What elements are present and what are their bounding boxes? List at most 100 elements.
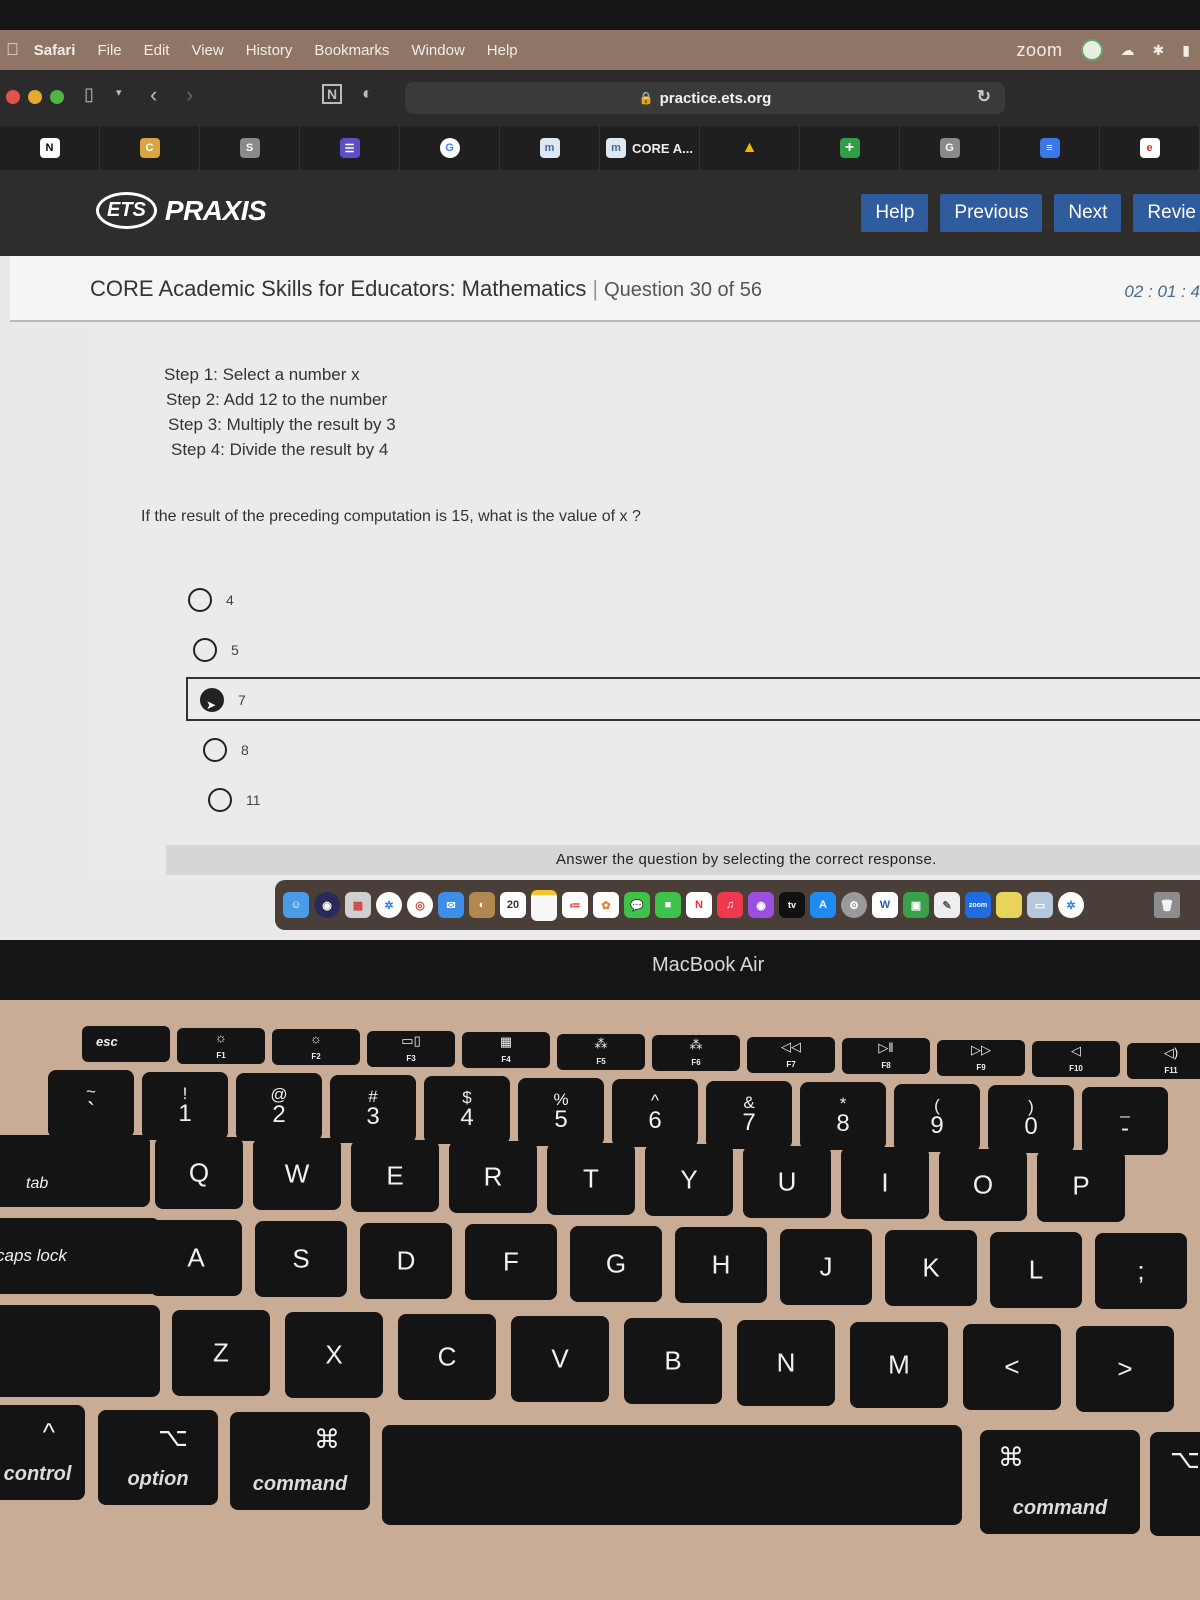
radio-button[interactable]	[208, 788, 232, 812]
facetime-icon[interactable]: ■	[655, 892, 681, 918]
esc-key[interactable]: esc	[82, 1026, 170, 1062]
answer-option[interactable]: 11	[208, 775, 261, 825]
radio-button[interactable]	[188, 588, 212, 612]
key-`[interactable]: ~ `	[48, 1070, 134, 1138]
fn-key-f8[interactable]: ▷ǁ F8	[842, 1038, 930, 1074]
textedit-icon[interactable]: ✎	[934, 892, 960, 918]
key-j[interactable]: J	[780, 1228, 872, 1305]
key-7[interactable]: & 7	[706, 1080, 792, 1149]
cloud-icon[interactable]: ☁	[1121, 42, 1135, 59]
key-m[interactable]: M	[850, 1322, 948, 1408]
next-button[interactable]: Next	[1054, 194, 1122, 232]
key--[interactable]: _ -	[1082, 1086, 1168, 1155]
right-option-key[interactable]: ⌥	[1150, 1432, 1200, 1536]
mail-icon[interactable]: ✉	[438, 892, 464, 918]
favorite-google[interactable]: G	[400, 126, 500, 170]
word-icon[interactable]: W	[872, 892, 898, 918]
command-key[interactable]: ⌘ command	[230, 1412, 370, 1510]
key-9[interactable]: (9	[894, 1083, 980, 1152]
menu-edit[interactable]: Edit	[133, 42, 181, 59]
reminders-icon[interactable]: ≔	[562, 892, 588, 918]
app-store-icon[interactable]: A	[810, 892, 836, 918]
key-0[interactable]: ) 0	[988, 1085, 1074, 1153]
key-d[interactable]: D	[360, 1222, 452, 1299]
stickies-icon[interactable]	[996, 892, 1022, 918]
key-k[interactable]: K	[885, 1230, 977, 1306]
key-x[interactable]: X	[285, 1312, 383, 1398]
sidebar-toggle-icon[interactable]: ▯	[84, 84, 94, 105]
chevron-down-icon[interactable]: ▾	[116, 86, 122, 99]
bluetooth-icon[interactable]: ✱	[1153, 42, 1165, 59]
chrome-icon[interactable]: ◎	[407, 892, 433, 918]
favorite-plus[interactable]: +	[800, 126, 900, 170]
forward-button[interactable]: ›	[186, 82, 193, 108]
key-y[interactable]: Y	[645, 1144, 733, 1216]
previous-button[interactable]: Previous	[940, 194, 1043, 232]
contacts-icon[interactable]: ◐	[469, 892, 495, 918]
battery-icon[interactable]: ▮	[1182, 42, 1190, 59]
control-key[interactable]: ^ control	[0, 1405, 85, 1500]
key-1[interactable]: ! 1	[142, 1071, 228, 1140]
key-i[interactable]: I	[841, 1147, 929, 1219]
key-h[interactable]: H	[675, 1227, 767, 1303]
photos-icon[interactable]: ✿	[593, 892, 619, 918]
fn-key-f5[interactable]: ⁂ F5	[557, 1033, 645, 1070]
news-icon[interactable]: N	[686, 892, 712, 918]
key-8[interactable]: * 8	[800, 1082, 886, 1150]
favorite-cengage[interactable]: C	[100, 126, 200, 170]
fn-key-f6[interactable]: ⁂ F6	[652, 1035, 740, 1071]
key-n[interactable]: N	[737, 1320, 835, 1406]
privacy-shield-icon[interactable]: ◐	[362, 83, 373, 104]
favorite-notion[interactable]: N	[0, 126, 100, 170]
zoom-menu-extra[interactable]: zoom	[1017, 40, 1063, 61]
system-preferences-icon[interactable]: ⚙	[841, 892, 867, 918]
key-v[interactable]: V	[511, 1316, 609, 1402]
messages-icon[interactable]: 💬	[624, 892, 650, 918]
fn-key-f1[interactable]: ☼ F1	[177, 1027, 265, 1064]
key-b[interactable]: B	[624, 1318, 722, 1404]
key-2[interactable]: @2	[236, 1073, 322, 1141]
menu-history[interactable]: History	[235, 42, 304, 59]
favorite-core[interactable]: m CORE A...	[600, 126, 700, 170]
tab-key[interactable]: tab	[0, 1135, 150, 1207]
fn-key-f3[interactable]: ▭▯ F3	[367, 1030, 455, 1067]
calendar-icon[interactable]: 20	[500, 892, 526, 918]
fn-key-f11[interactable]: ◁) F11	[1127, 1042, 1200, 1079]
menu-window[interactable]: Window	[400, 42, 475, 59]
fn-key-f9[interactable]: ▷▷ F9	[937, 1039, 1025, 1076]
key-z[interactable]: Z	[172, 1310, 270, 1396]
menu-view[interactable]: View	[180, 42, 234, 59]
answer-option[interactable]: 8	[203, 725, 261, 775]
close-window-button[interactable]	[6, 90, 20, 104]
key-4[interactable]: $4	[424, 1076, 510, 1144]
favorite-docs[interactable]: ≡	[1000, 126, 1100, 170]
safari-icon[interactable]: ✲	[376, 892, 402, 918]
answer-option[interactable]: 5	[193, 625, 261, 675]
favorite-s[interactable]: S	[200, 126, 300, 170]
fn-key-f10[interactable]: ◁ F10	[1032, 1041, 1120, 1077]
music-icon[interactable]: ♫	[717, 892, 743, 918]
podcasts-icon[interactable]: ◉	[748, 892, 774, 918]
key-g[interactable]: G	[570, 1225, 662, 1302]
key-f[interactable]: F	[465, 1224, 557, 1300]
fn-key-f7[interactable]: ◁◁ F7	[747, 1036, 835, 1073]
key-c[interactable]: C	[398, 1314, 496, 1400]
key-q[interactable]: Q	[155, 1136, 243, 1209]
key-o[interactable]: O	[939, 1148, 1027, 1221]
address-bar[interactable]: 🔒 practice.ets.org ↻	[405, 82, 1005, 114]
finder-icon[interactable]: ☺	[283, 892, 309, 918]
notes-icon[interactable]	[531, 889, 557, 921]
key-period[interactable]: >	[1076, 1326, 1174, 1412]
fn-key-f2[interactable]: ☼ F2	[272, 1029, 360, 1065]
siri-icon[interactable]: ◉	[314, 892, 340, 918]
favorite-ets[interactable]: m	[500, 126, 600, 170]
key-a[interactable]: A	[150, 1219, 242, 1296]
radio-button[interactable]	[203, 738, 227, 762]
favorite-forms[interactable]: ☰	[300, 126, 400, 170]
answer-option-selected[interactable]: ➤ 7	[186, 675, 1200, 725]
favorite-g[interactable]: G	[900, 126, 1000, 170]
notion-extension-icon[interactable]: N	[322, 84, 343, 104]
option-key[interactable]: ⌥ option	[98, 1410, 218, 1505]
key-6[interactable]: ^ 6	[612, 1079, 698, 1147]
trash-icon[interactable]: 🗑	[1154, 892, 1180, 918]
